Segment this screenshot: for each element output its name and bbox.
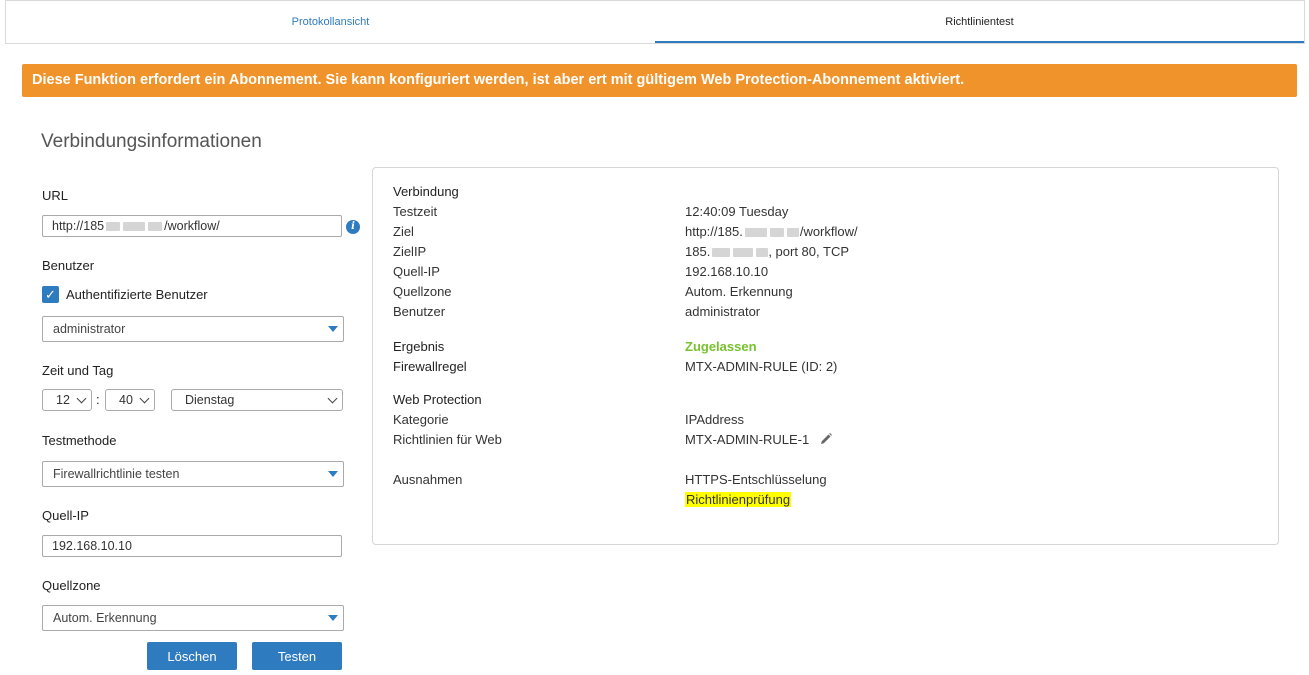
firewall-rule-label: Firewallregel [393,359,467,374]
user-label: Benutzer [42,258,95,273]
test-button[interactable]: Testen [252,642,342,670]
result-value: 12:40:09 Tuesday [685,204,789,219]
time-separator: : [96,392,100,407]
category-value: IPAddress [685,412,745,427]
result-key: Testzeit [393,204,438,219]
result-key: Quell-IP [393,264,440,279]
test-method-label: Testmethode [42,433,117,448]
result-key: Ziel [393,224,414,239]
caret-down-icon [328,471,338,477]
chevron-down-icon [327,393,338,404]
result-value: 192.168.10.10 [685,264,769,279]
section-title: Verbindungsinformationen [41,131,262,152]
auth-users-label: Authentifizierte Benutzer [66,287,208,302]
target-ip-prefix: 185. [685,244,711,259]
user-select-value: administrator [53,322,126,336]
tab-richtlinientest[interactable]: Richtlinientest [655,1,1304,43]
day-select[interactable]: Dienstag [171,389,343,411]
source-ip-value: 192.168.10.10 [52,539,132,553]
result-status-allowed: Zugelassen [685,339,757,354]
test-method-select[interactable]: Firewallrichtlinie testen [42,461,344,487]
chevron-down-icon [139,393,150,404]
web-policy-name: MTX-ADMIN-RULE-1 [685,432,810,447]
result-value: http://185. /workflow/ [685,224,858,239]
result-value: administrator [685,304,761,319]
result-key: ZielIP [393,244,427,259]
connection-header: Verbindung [393,184,459,199]
exception-policy-check: Richtlinienprüfung [685,492,792,507]
target-prefix: http://185. [685,224,743,239]
source-zone-value: Autom. Erkennung [53,611,157,625]
test-method-value: Firewallrichtlinie testen [53,467,180,481]
source-zone-label: Quellzone [42,578,101,593]
result-value: Autom. Erkennung [685,284,793,299]
caret-down-icon [328,615,338,621]
web-protection-header: Web Protection [393,392,482,407]
source-zone-select[interactable]: Autom. Erkennung [42,605,344,631]
day-value: Dienstag [185,393,235,407]
result-key: Quellzone [393,284,452,299]
minute-value: 40 [119,393,133,407]
firewall-rule-value: MTX-ADMIN-RULE (ID: 2) [685,359,838,374]
hour-select[interactable]: 12 [42,389,92,411]
exceptions-label: Ausnahmen [393,472,463,487]
result-panel: Verbindung Testzeit 12:40:09 Tuesday Zie… [372,167,1279,545]
result-key: Benutzer [393,304,446,319]
chevron-down-icon [76,393,87,404]
web-policy-label: Richtlinien für Web [393,432,502,447]
url-prefix: http://185 [52,219,105,233]
source-ip-input[interactable]: 192.168.10.10 [42,535,342,557]
source-ip-label: Quell-IP [42,508,89,523]
category-label: Kategorie [393,412,449,427]
clear-button[interactable]: Löschen [147,642,237,670]
highlighted-exception: Richtlinienprüfung [685,492,792,507]
web-policy-value: MTX-ADMIN-RULE-1 [685,432,833,449]
hour-value: 12 [56,393,70,407]
url-label: URL [42,188,69,203]
exception-https-decryption: HTTPS-Entschlüsselung [685,472,827,487]
target-ip-suffix: , port 80, TCP [768,244,849,259]
caret-down-icon [328,326,338,332]
url-input[interactable]: http://185/workflow/ [42,215,342,237]
auth-users-checkbox[interactable]: ✓ [42,286,59,303]
user-select[interactable]: administrator [42,316,344,342]
result-label: Ergebnis [393,339,445,354]
target-suffix: /workflow/ [799,224,858,239]
result-value: 185. , port 80, TCP [685,244,849,259]
time-day-label: Zeit und Tag [42,363,114,378]
minute-select[interactable]: 40 [105,389,155,411]
tab-protokollansicht[interactable]: Protokollansicht [6,1,655,43]
info-icon[interactable]: i [346,220,360,234]
pencil-icon[interactable] [819,432,833,449]
tab-bar: Protokollansicht Richtlinientest [5,0,1305,44]
url-suffix: /workflow/ [164,219,220,233]
subscription-warning-banner: Diese Funktion erfordert ein Abonnement.… [22,64,1297,97]
